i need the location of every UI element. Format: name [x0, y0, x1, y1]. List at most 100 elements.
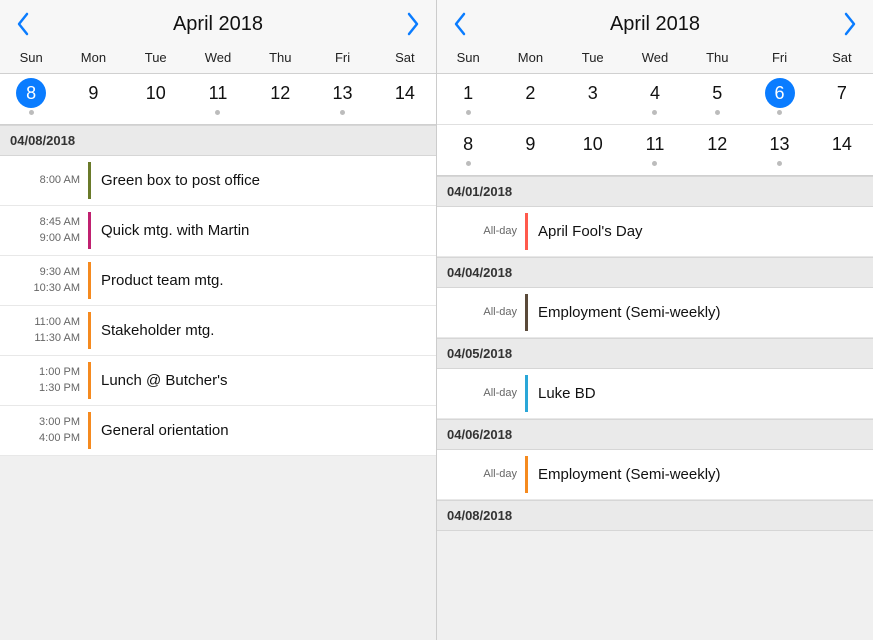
event-end-time: 4:00 PM — [39, 431, 80, 446]
week-row: 8 9 10 11 1213 14 — [0, 74, 436, 124]
day-number: 9 — [78, 78, 108, 108]
week-grid: 8 9 10 11 1213 14 — [0, 73, 436, 125]
event-title: April Fool's Day — [528, 207, 873, 256]
day-number: 8 — [453, 129, 483, 159]
day-number: 14 — [390, 78, 420, 108]
event-row[interactable]: 11:00 AM11:30 AMStakeholder mtg. — [0, 306, 436, 356]
section-date-header: 04/08/2018 — [437, 500, 873, 531]
day-number: 11 — [203, 78, 233, 108]
next-month-button[interactable] — [404, 10, 422, 38]
day-cell[interactable]: 8 — [0, 74, 62, 124]
event-dot — [652, 110, 657, 115]
event-row[interactable]: 8:00 AM Green box to post office — [0, 156, 436, 206]
weekday-label: Fri — [748, 50, 810, 65]
day-cell[interactable]: 12 — [249, 74, 311, 124]
day-cell[interactable]: 13 — [311, 74, 373, 124]
event-dot — [777, 110, 782, 115]
event-row[interactable]: 9:30 AM10:30 AMProduct team mtg. — [0, 256, 436, 306]
event-end-time: 11:30 AM — [34, 331, 80, 346]
month-title: April 2018 — [610, 13, 700, 36]
event-title: Stakeholder mtg. — [91, 306, 436, 355]
day-cell[interactable]: 13 — [748, 125, 810, 175]
calendar-pane-left: April 2018SunMonTueWedThuFriSat891011121… — [0, 0, 437, 640]
event-time: All-day — [437, 369, 525, 418]
day-cell[interactable]: 4 — [624, 74, 686, 124]
event-row[interactable]: 3:00 PM4:00 PMGeneral orientation — [0, 406, 436, 456]
event-start-time: 1:00 PM — [39, 365, 80, 380]
weekday-row: SunMonTueWedThuFriSat — [437, 44, 873, 73]
event-row[interactable]: All-dayEmployment (Semi-weekly) — [437, 450, 873, 500]
day-cell[interactable]: 10 — [125, 74, 187, 124]
day-cell[interactable]: 11 — [624, 125, 686, 175]
event-start-time: All-day — [483, 386, 517, 401]
section-date-header: 04/08/2018 — [0, 125, 436, 156]
day-cell[interactable]: 14 — [374, 74, 436, 124]
week-row: 12345 67 — [437, 74, 873, 125]
event-row[interactable]: All-dayEmployment (Semi-weekly) — [437, 288, 873, 338]
day-cell[interactable]: 7 — [811, 74, 873, 124]
weekday-label: Thu — [249, 50, 311, 65]
day-cell[interactable]: 11 — [187, 74, 249, 124]
event-start-time: 3:00 PM — [39, 415, 80, 430]
day-number: 8 — [16, 78, 46, 108]
event-row[interactable]: All-day Luke BD — [437, 369, 873, 419]
day-number: 12 — [702, 129, 732, 159]
event-time: 3:00 PM4:00 PM — [0, 406, 88, 455]
event-dot — [466, 110, 471, 115]
day-cell[interactable]: 6 — [748, 74, 810, 124]
day-number: 14 — [827, 129, 857, 159]
agenda-list[interactable]: 04/01/2018All-dayApril Fool's Day04/04/2… — [437, 176, 873, 640]
event-dot — [777, 161, 782, 166]
event-time: All-day — [437, 288, 525, 337]
day-cell[interactable]: 3 — [562, 74, 624, 124]
event-dot — [715, 110, 720, 115]
event-title: Employment (Semi-weekly) — [528, 450, 873, 499]
weekday-label: Tue — [125, 50, 187, 65]
section-date-header: 04/06/2018 — [437, 419, 873, 450]
event-time: 9:30 AM10:30 AM — [0, 256, 88, 305]
day-number: 6 — [765, 78, 795, 108]
day-number: 11 — [640, 129, 670, 159]
weekday-row: SunMonTueWedThuFriSat — [0, 44, 436, 73]
event-dot — [215, 110, 220, 115]
day-cell[interactable]: 14 — [811, 125, 873, 175]
day-cell[interactable]: 1 — [437, 74, 499, 124]
section-date-header: 04/04/2018 — [437, 257, 873, 288]
next-month-button[interactable] — [841, 10, 859, 38]
event-title: Luke BD — [528, 369, 873, 418]
event-title: Quick mtg. with Martin — [91, 206, 436, 255]
prev-month-button[interactable] — [451, 10, 469, 38]
day-cell[interactable]: 9 — [499, 125, 561, 175]
event-row[interactable]: 1:00 PM1:30 PMLunch @ Butcher's — [0, 356, 436, 406]
prev-month-button[interactable] — [14, 10, 32, 38]
day-number: 3 — [578, 78, 608, 108]
day-cell[interactable]: 10 — [562, 125, 624, 175]
day-cell[interactable]: 2 — [499, 74, 561, 124]
day-cell[interactable]: 9 — [62, 74, 124, 124]
event-time: 1:00 PM1:30 PM — [0, 356, 88, 405]
day-cell[interactable]: 8 — [437, 125, 499, 175]
day-number: 5 — [702, 78, 732, 108]
event-start-time: 8:00 AM — [40, 173, 80, 188]
event-row[interactable]: 8:45 AM9:00 AMQuick mtg. with Martin — [0, 206, 436, 256]
weekday-label: Wed — [187, 50, 249, 65]
event-row[interactable]: All-day April Fool's Day — [437, 207, 873, 257]
weekday-label: Mon — [499, 50, 561, 65]
weekday-label: Wed — [624, 50, 686, 65]
day-number: 10 — [141, 78, 171, 108]
event-title: Green box to post office — [91, 156, 436, 205]
event-title: Employment (Semi-weekly) — [528, 288, 873, 337]
event-dot — [29, 110, 34, 115]
event-end-time: 9:00 AM — [40, 231, 80, 246]
event-title: General orientation — [91, 406, 436, 455]
weekday-label: Mon — [62, 50, 124, 65]
day-number: 13 — [765, 129, 795, 159]
month-title: April 2018 — [173, 13, 263, 36]
event-start-time: All-day — [483, 224, 517, 239]
event-end-time: 10:30 AM — [34, 281, 80, 296]
event-title: Product team mtg. — [91, 256, 436, 305]
agenda-list[interactable]: 04/08/2018 8:00 AM Green box to post offic… — [0, 125, 436, 640]
day-cell[interactable]: 12 — [686, 125, 748, 175]
event-end-time: 1:30 PM — [39, 381, 80, 396]
day-cell[interactable]: 5 — [686, 74, 748, 124]
